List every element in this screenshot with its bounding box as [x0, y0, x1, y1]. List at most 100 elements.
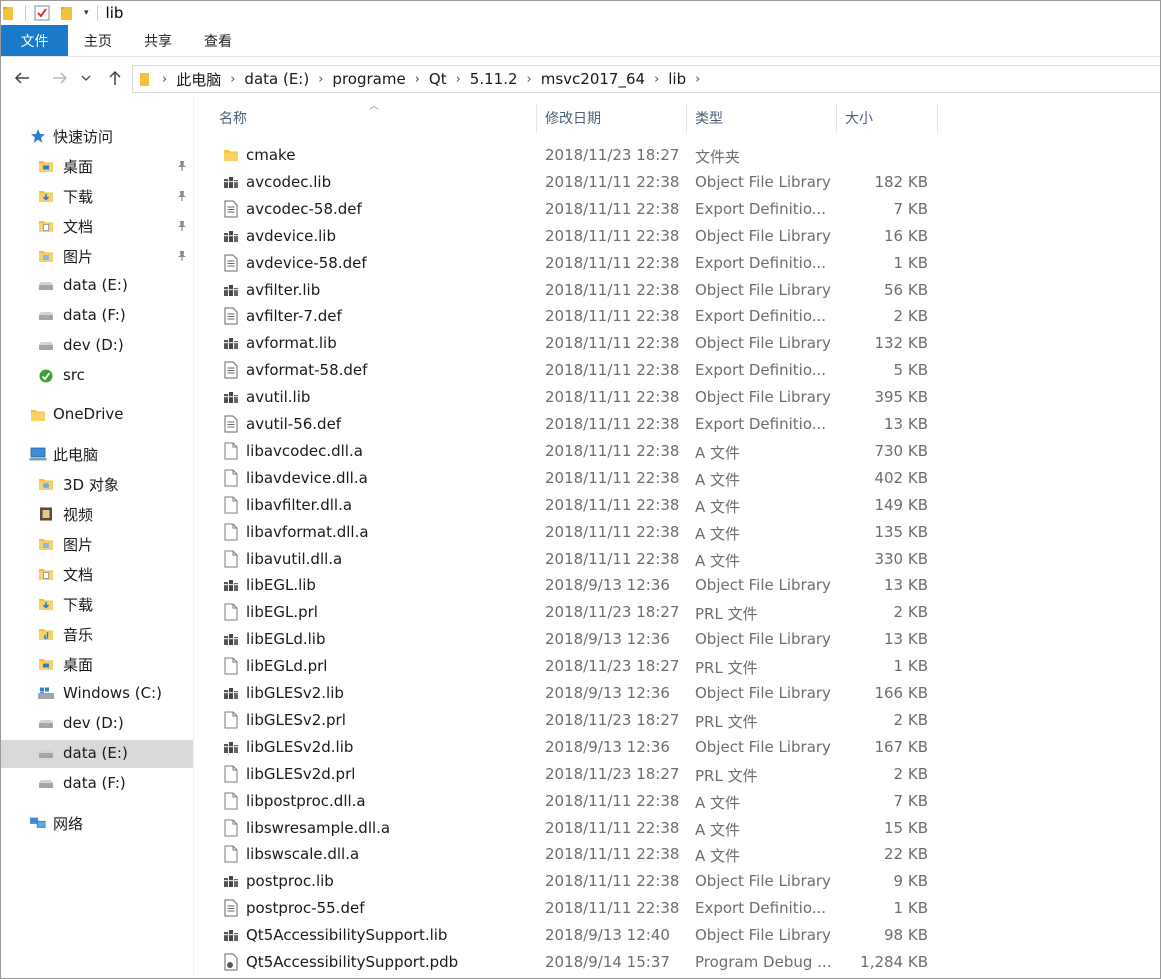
pin-icon[interactable]	[175, 219, 189, 233]
file-row[interactable]: libavformat.dll.a 2018/11/11 22:38 A 文件 135…	[197, 519, 1160, 546]
forward-arrow-icon[interactable]	[47, 63, 73, 93]
sidebar-item[interactable]: 桌面	[1, 152, 193, 180]
pin-icon[interactable]	[175, 159, 189, 173]
sidebar-item[interactable]: data (F:)	[1, 770, 193, 798]
file-row[interactable]: libswscale.dll.a 2018/11/11 22:38 A 文件 22 K…	[197, 841, 1160, 868]
sidebar-item[interactable]: data (E:)	[1, 740, 193, 768]
file-name: libpostproc.dll.a	[246, 791, 366, 810]
file-row[interactable]: avformat.lib 2018/11/11 22:38 Object File …	[197, 330, 1160, 357]
file-row[interactable]: cmake 2018/11/23 18:27 文件夹	[197, 142, 1160, 169]
file-modified-date: 2018/9/13 12:36	[545, 737, 670, 756]
file-row[interactable]: libswresample.dll.a 2018/11/11 22:38 A 文件 1…	[197, 815, 1160, 842]
sidebar-item[interactable]: 此电脑	[1, 440, 193, 468]
tab-file[interactable]: 文件	[1, 25, 68, 56]
column-header-type[interactable]: 类型	[687, 103, 837, 133]
file-row[interactable]: avcodec.lib 2018/11/11 22:38 Object File L…	[197, 169, 1160, 196]
breadcrumb-lib[interactable]: lib	[668, 70, 686, 88]
customize-toolbar-dropdown-icon[interactable]: ▾	[84, 8, 89, 18]
sidebar-item[interactable]: 3D 对象	[1, 470, 193, 498]
file-row[interactable]: avfilter.lib 2018/11/11 22:38 Object File …	[197, 277, 1160, 304]
file-row[interactable]: libGLESv2.prl 2018/11/23 18:27 PRL 文件 2 KB	[197, 707, 1160, 734]
file-row[interactable]: libavdevice.dll.a 2018/11/11 22:38 A 文件 402…	[197, 465, 1160, 492]
file-row[interactable]: libavfilter.dll.a 2018/11/11 22:38 A 文件 149…	[197, 492, 1160, 519]
file-row[interactable]: avfilter-7.def 2018/11/11 22:38 Export Def…	[197, 303, 1160, 330]
sidebar-item[interactable]: 下载	[1, 590, 193, 618]
file-row[interactable]: postproc-55.def 2018/11/11 22:38 Export De…	[197, 895, 1160, 922]
file-row[interactable]: libGLESv2.lib 2018/9/13 12:36 Object File …	[197, 680, 1160, 707]
breadcrumb-qt[interactable]: Qt	[429, 70, 447, 88]
file-modified-date: 2018/11/11 22:38	[545, 334, 680, 353]
breadcrumb-data-e[interactable]: data (E:)	[244, 70, 309, 88]
breadcrumb-programe[interactable]: programe	[332, 70, 405, 88]
file-name: libGLESv2d.prl	[246, 764, 356, 783]
column-header-name[interactable]: 名称	[197, 103, 537, 133]
column-header-date[interactable]: 修改日期	[537, 103, 687, 133]
sidebar-item[interactable]: 图片	[1, 530, 193, 558]
column-divider[interactable]	[937, 103, 938, 133]
sidebar-item[interactable]: dev (D:)	[1, 710, 193, 738]
file-row[interactable]: avdevice.lib 2018/11/11 22:38 Object File …	[197, 223, 1160, 250]
sidebar-item[interactable]: data (E:)	[1, 272, 193, 300]
file-modified-date: 2018/11/23 18:27	[545, 603, 680, 622]
up-arrow-icon[interactable]	[102, 63, 128, 93]
new-folder-icon[interactable]	[60, 3, 74, 23]
sidebar-item[interactable]: Windows (C:)	[1, 680, 193, 708]
file-row[interactable]: Qt5AccessibilitySupport.pdb 2018/9/14 15:…	[197, 949, 1160, 976]
file-name: avdevice-58.def	[246, 253, 367, 272]
sidebar-item[interactable]: 下载	[1, 182, 193, 210]
sidebar-item[interactable]: 桌面	[1, 650, 193, 678]
file-type: PRL 文件	[695, 766, 758, 785]
tab-home[interactable]: 主页	[68, 25, 128, 56]
file-row[interactable]: libEGL.prl 2018/11/23 18:27 PRL 文件 2 KB	[197, 599, 1160, 626]
blank-file-icon	[223, 550, 239, 568]
desktop-folder-icon	[37, 157, 55, 175]
sidebar-item[interactable]: 快速访问	[1, 122, 193, 150]
tab-view[interactable]: 查看	[188, 25, 248, 56]
properties-checkbox-icon[interactable]	[34, 3, 50, 23]
pin-icon[interactable]	[175, 249, 189, 263]
file-row[interactable]: libEGLd.lib 2018/9/13 12:36 Object File Li…	[197, 626, 1160, 653]
sidebar-item[interactable]: 文档	[1, 212, 193, 240]
breadcrumb-msvc[interactable]: msvc2017_64	[541, 70, 645, 88]
file-row[interactable]: libGLESv2d.lib 2018/9/13 12:36 Object File…	[197, 734, 1160, 761]
sidebar-item[interactable]: OneDrive	[1, 401, 193, 429]
file-row[interactable]: libavutil.dll.a 2018/11/11 22:38 A 文件 330 K…	[197, 546, 1160, 573]
file-size: 98 KB	[884, 926, 928, 945]
file-size: 135 KB	[874, 522, 928, 541]
sidebar-item-label: 桌面	[63, 158, 94, 176]
sidebar-item[interactable]: 图片	[1, 242, 193, 270]
pin-icon[interactable]	[175, 189, 189, 203]
sidebar-item[interactable]: 文档	[1, 560, 193, 588]
file-row[interactable]: libpostproc.dll.a 2018/11/11 22:38 A 文件 7 K…	[197, 788, 1160, 815]
star-icon	[29, 127, 47, 145]
file-row[interactable]: libavcodec.dll.a 2018/11/11 22:38 A 文件 730 …	[197, 438, 1160, 465]
recent-locations-chevron-icon[interactable]	[77, 63, 95, 93]
file-row[interactable]: avformat-58.def 2018/11/11 22:38 Export De…	[197, 357, 1160, 384]
file-size: 7 KB	[893, 199, 928, 218]
breadcrumb-version[interactable]: 5.11.2	[470, 70, 518, 88]
file-row[interactable]: avutil-56.def 2018/11/11 22:38 Export Defi…	[197, 411, 1160, 438]
file-row[interactable]: avdevice-58.def 2018/11/11 22:38 Export De…	[197, 250, 1160, 277]
file-row[interactable]: avutil.lib 2018/11/11 22:38 Object File Li…	[197, 384, 1160, 411]
sidebar-item[interactable]: data (F:)	[1, 302, 193, 330]
file-type: Export Definitio...	[695, 307, 827, 326]
file-modified-date: 2018/9/13 12:40	[545, 926, 670, 945]
sidebar-item[interactable]: src	[1, 362, 193, 390]
sidebar-item[interactable]: 视频	[1, 500, 193, 528]
tab-share[interactable]: 共享	[128, 25, 188, 56]
breadcrumb-separator-icon[interactable]: ›	[695, 72, 700, 87]
file-row[interactable]: postproc.lib 2018/11/11 22:38 Object File …	[197, 868, 1160, 895]
folder-icon[interactable]	[3, 3, 17, 23]
file-row[interactable]: libGLESv2d.prl 2018/11/23 18:27 PRL 文件 2 KB	[197, 761, 1160, 788]
file-row[interactable]: libEGLd.prl 2018/11/23 18:27 PRL 文件 1 KB	[197, 653, 1160, 680]
back-arrow-icon[interactable]	[9, 63, 35, 93]
address-bar[interactable]: › 此电脑 › data (E:) › programe › Qt › 5.11…	[132, 65, 1160, 93]
sidebar-item[interactable]: 网络	[1, 809, 193, 837]
column-header-size[interactable]: 大小	[837, 103, 938, 133]
file-row[interactable]: avcodec-58.def 2018/11/11 22:38 Export Def…	[197, 196, 1160, 223]
sidebar-item[interactable]: 音乐	[1, 620, 193, 648]
sidebar-item[interactable]: dev (D:)	[1, 332, 193, 360]
file-row[interactable]: Qt5AccessibilitySupport.lib 2018/9/13 12:…	[197, 922, 1160, 949]
breadcrumb-this-pc[interactable]: 此电脑	[176, 69, 221, 90]
file-row[interactable]: libEGL.lib 2018/9/13 12:36 Object File Lib…	[197, 572, 1160, 599]
